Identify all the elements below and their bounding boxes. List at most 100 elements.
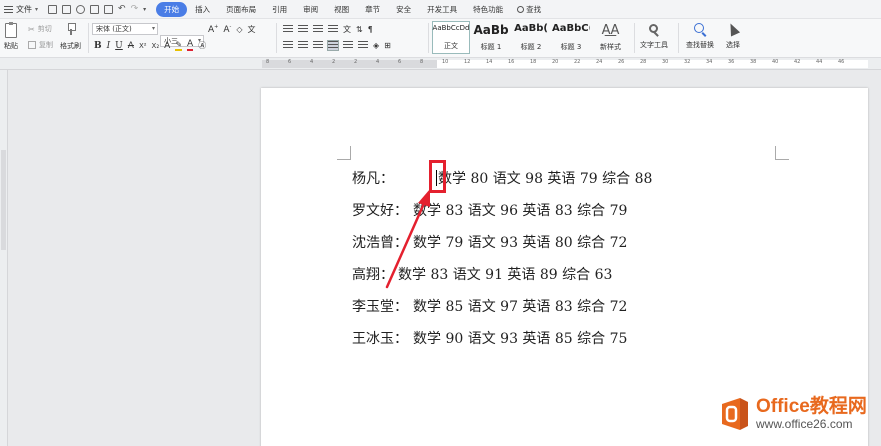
style-name: 标题 1 <box>480 43 502 51</box>
new-style-button[interactable]: A͟A 新样式 <box>600 23 621 52</box>
wrench-icon <box>647 23 661 37</box>
distributed-icon[interactable] <box>343 41 353 50</box>
undo-icon[interactable]: ↶ <box>118 4 126 14</box>
ruler-tick: 16 <box>508 59 515 65</box>
find-replace-button[interactable]: 查找替换 <box>686 23 714 50</box>
file-menu-label: 文件 <box>16 4 32 14</box>
highlight-icon[interactable]: ✎ <box>175 40 183 51</box>
align-left-icon[interactable] <box>283 41 293 50</box>
new-style-icon: A͟A <box>601 23 620 38</box>
tab-9[interactable]: 特色功能 <box>465 2 511 17</box>
grow-font-icon[interactable]: A+ <box>208 24 218 35</box>
shrink-font-icon[interactable]: A- <box>223 24 231 35</box>
find-replace-label: 查找替换 <box>686 41 714 49</box>
ruler-tick: 2 <box>332 59 336 65</box>
ruler-tick: 12 <box>464 59 471 65</box>
font-color-icon[interactable]: A <box>187 40 194 51</box>
copy-button[interactable]: 复制 <box>28 39 53 51</box>
tab-0[interactable]: 开始 <box>156 1 188 17</box>
search-command[interactable]: 查找 <box>511 4 547 15</box>
phonetic-icon[interactable]: 文 <box>248 24 256 35</box>
select-button[interactable]: 选择 <box>725 21 741 50</box>
document-line[interactable]: 王冰玉： 数学 90 语文 93 英语 85 综合 75 <box>352 327 627 349</box>
font-name-value: 宋体 (正文) <box>96 25 132 33</box>
ruler-tick: 18 <box>530 59 537 65</box>
ruler-tick: 6 <box>398 59 402 65</box>
style-item-2[interactable]: AaBb(标题 2 <box>512 21 550 54</box>
clear-format-icon[interactable]: ◇ <box>236 25 242 34</box>
ruler-tick: 24 <box>596 59 603 65</box>
borders-icon[interactable]: ⊞ <box>384 41 391 50</box>
show-marks-icon[interactable]: ¶ <box>368 25 373 34</box>
align-right-icon[interactable] <box>313 41 323 50</box>
ruler-margin <box>1 150 6 250</box>
tab-8[interactable]: 开发工具 <box>419 2 465 17</box>
print-icon[interactable] <box>90 4 100 14</box>
quick-access-toolbar: ↶ ↷ ▾ <box>44 4 150 14</box>
customize-icon[interactable]: ▾ <box>143 5 146 14</box>
ruler-tick: 20 <box>552 59 559 65</box>
strikethrough-icon[interactable]: A <box>128 41 134 51</box>
numbered-list-icon[interactable] <box>298 25 308 34</box>
text-tools-button[interactable]: 文字工具 <box>640 23 668 50</box>
ruler-tick: 14 <box>486 59 493 65</box>
margin-corner-mark <box>775 146 789 160</box>
bold-icon[interactable]: B <box>94 41 102 51</box>
tab-5[interactable]: 视图 <box>326 2 357 17</box>
line-spacing-icon[interactable] <box>358 41 368 50</box>
tab-3[interactable]: 引用 <box>264 2 295 17</box>
sort-icon[interactable]: ⇅ <box>356 25 363 34</box>
paste-button[interactable]: 粘贴 <box>4 22 18 51</box>
redo-icon[interactable]: ↷ <box>131 4 139 14</box>
style-name: 标题 3 <box>560 43 582 51</box>
scores-text: 数学 80 语文 98 英语 79 综合 88 <box>438 171 653 187</box>
ruler-tick: 8 <box>266 59 270 65</box>
underline-icon[interactable]: U <box>115 41 123 51</box>
ruler-tick: 6 <box>288 59 292 65</box>
chinese-layout-icon[interactable]: 文 <box>343 24 351 35</box>
ruler-tick: 26 <box>618 59 625 65</box>
horizontal-ruler[interactable]: 8 6 4 2 2 4 6 8 10 12 14 16 18 20 22 24 26 28 30 32 34 36 38 40… <box>0 58 881 70</box>
style-item-3[interactable]: AaBbC(标题 3 <box>552 21 590 54</box>
menu-icon <box>4 5 13 13</box>
save-icon[interactable] <box>48 4 58 14</box>
align-center-icon[interactable] <box>298 41 308 50</box>
subscript-icon[interactable]: X₂ <box>152 42 160 50</box>
file-menu-button[interactable]: 文件 ▾ <box>0 0 44 19</box>
bullet-list-icon[interactable] <box>283 25 293 34</box>
vertical-ruler[interactable] <box>0 70 8 446</box>
export-icon[interactable] <box>62 4 72 14</box>
superscript-icon[interactable]: X² <box>139 42 147 50</box>
ribbon-tabs: 开始 插入 页面布局 引用 审阅 视图 章节 安全 开发工具 特色功能 <box>156 1 511 17</box>
style-item-1[interactable]: AaBb 标题 1 <box>472 21 510 54</box>
margin-corner-mark <box>337 146 351 160</box>
decrease-indent-icon[interactable] <box>313 25 323 34</box>
scores-text: 数学 90 语文 93 英语 85 综合 75 <box>413 331 628 347</box>
font-name-select[interactable]: 宋体 (正文) ▾ <box>92 23 158 35</box>
tab-4[interactable]: 审阅 <box>295 2 326 17</box>
char-border-icon[interactable]: Ⓐ <box>198 40 206 51</box>
tab-6[interactable]: 章节 <box>357 2 388 17</box>
italic-icon[interactable]: I <box>107 41 111 51</box>
increase-indent-icon[interactable] <box>328 25 338 34</box>
format-painter-button[interactable]: 格式刷 <box>60 23 81 51</box>
preview-icon[interactable] <box>104 4 114 14</box>
document-line[interactable]: 李玉堂： 数学 85 语文 97 英语 83 综合 72 <box>352 295 627 317</box>
cut-button[interactable]: ✂ 剪切 <box>28 23 53 35</box>
scores-text: 数学 83 语文 96 英语 83 综合 79 <box>413 203 628 219</box>
document-page[interactable]: 杨凡： 数学 80 语文 98 英语 79 综合 88 罗文好： 数学 83 语文 9… <box>261 88 868 446</box>
tab-1[interactable]: 插入 <box>187 2 218 17</box>
shading-icon[interactable]: ◈ <box>373 41 379 50</box>
ruler-tick: 4 <box>376 59 380 65</box>
ruler-tick: 30 <box>662 59 669 65</box>
print-preview-icon[interactable] <box>76 4 86 14</box>
font-effect-icon[interactable]: A <box>164 41 170 51</box>
tab-2[interactable]: 页面布局 <box>218 2 264 17</box>
justify-icon[interactable] <box>327 40 339 51</box>
style-preview: AaBb <box>473 23 509 37</box>
ruler-tick: 2 <box>354 59 358 65</box>
chevron-down-icon: ▾ <box>35 5 39 13</box>
ribbon: 粘贴 ✂ 剪切 复制 格式刷 宋体 (正文) ▾ 小三 ▾ A+ A- ◇ 文 … <box>0 19 881 58</box>
tab-7[interactable]: 安全 <box>388 2 419 17</box>
style-item-0[interactable]: AaBbCcDd 正文 <box>432 21 470 54</box>
